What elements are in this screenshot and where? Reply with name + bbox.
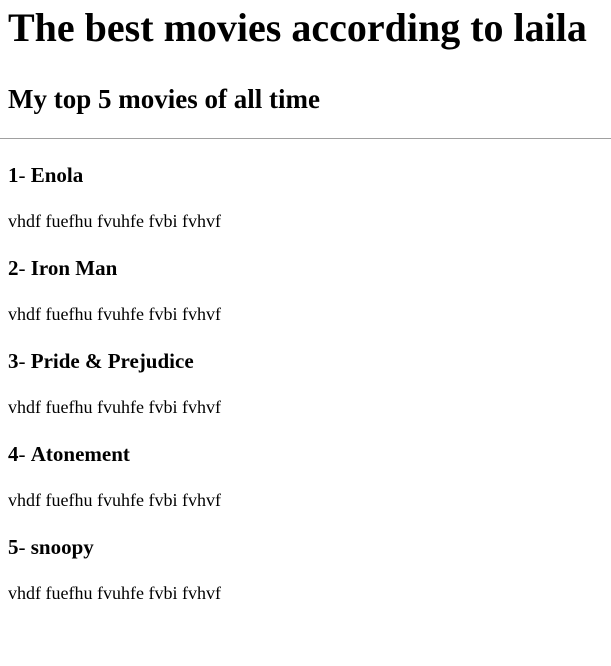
movie-description: vhdf fuefhu fvuhfe fvbi fvhvf	[8, 211, 221, 231]
divider	[0, 138, 611, 139]
movie-heading: 4- Atonement	[8, 442, 603, 467]
movie-item-4: 4- Atonement vhdf fuefhu fvuhfe fvbi fvh…	[8, 442, 603, 511]
movie-description: vhdf fuefhu fvuhfe fvbi fvhvf	[8, 397, 221, 417]
movie-description: vhdf fuefhu fvuhfe fvbi fvhvf	[8, 583, 221, 603]
movie-rank: 3	[8, 349, 19, 373]
movie-rank-separator: -	[18, 442, 31, 466]
movie-title: Iron Man	[30, 256, 118, 280]
movie-item-1: 1- Enola vhdf fuefhu fvuhfe fvbi fvhvf	[8, 163, 603, 232]
movie-rank: 4	[8, 442, 19, 466]
page-subtitle: My top 5 movies of all time	[8, 84, 320, 114]
movie-heading: 5- snoopy	[8, 535, 603, 560]
movie-item-3: 3- Pride & Prejudice vhdf fuefhu fvuhfe …	[8, 349, 603, 418]
movie-title: Pride & Prejudice	[30, 349, 194, 373]
page-title: The best movies according to laila	[8, 5, 587, 50]
movie-item-2: 2- Iron Man vhdf fuefhu fvuhfe fvbi fvhv…	[8, 256, 603, 325]
movie-title: Atonement	[30, 442, 130, 466]
movie-rank: 2	[8, 256, 19, 280]
movie-rank: 1	[8, 163, 19, 187]
movie-heading: 3- Pride & Prejudice	[8, 349, 603, 374]
movie-heading: 2- Iron Man	[8, 256, 603, 281]
movie-description: vhdf fuefhu fvuhfe fvbi fvhvf	[8, 490, 221, 510]
movie-rank-separator: -	[18, 256, 31, 280]
movie-title: snoopy	[30, 535, 94, 559]
movie-rank-separator: -	[18, 349, 31, 373]
movie-item-5: 5- snoopy vhdf fuefhu fvuhfe fvbi fvhvf	[8, 535, 603, 604]
movie-rank-separator: -	[18, 163, 31, 187]
page: The best movies according to laila My to…	[0, 5, 611, 604]
movie-title: Enola	[30, 163, 84, 187]
movie-description: vhdf fuefhu fvuhfe fvbi fvhvf	[8, 304, 221, 324]
movie-heading: 1- Enola	[8, 163, 603, 188]
movie-rank-separator: -	[18, 535, 31, 559]
movie-rank: 5	[8, 535, 19, 559]
